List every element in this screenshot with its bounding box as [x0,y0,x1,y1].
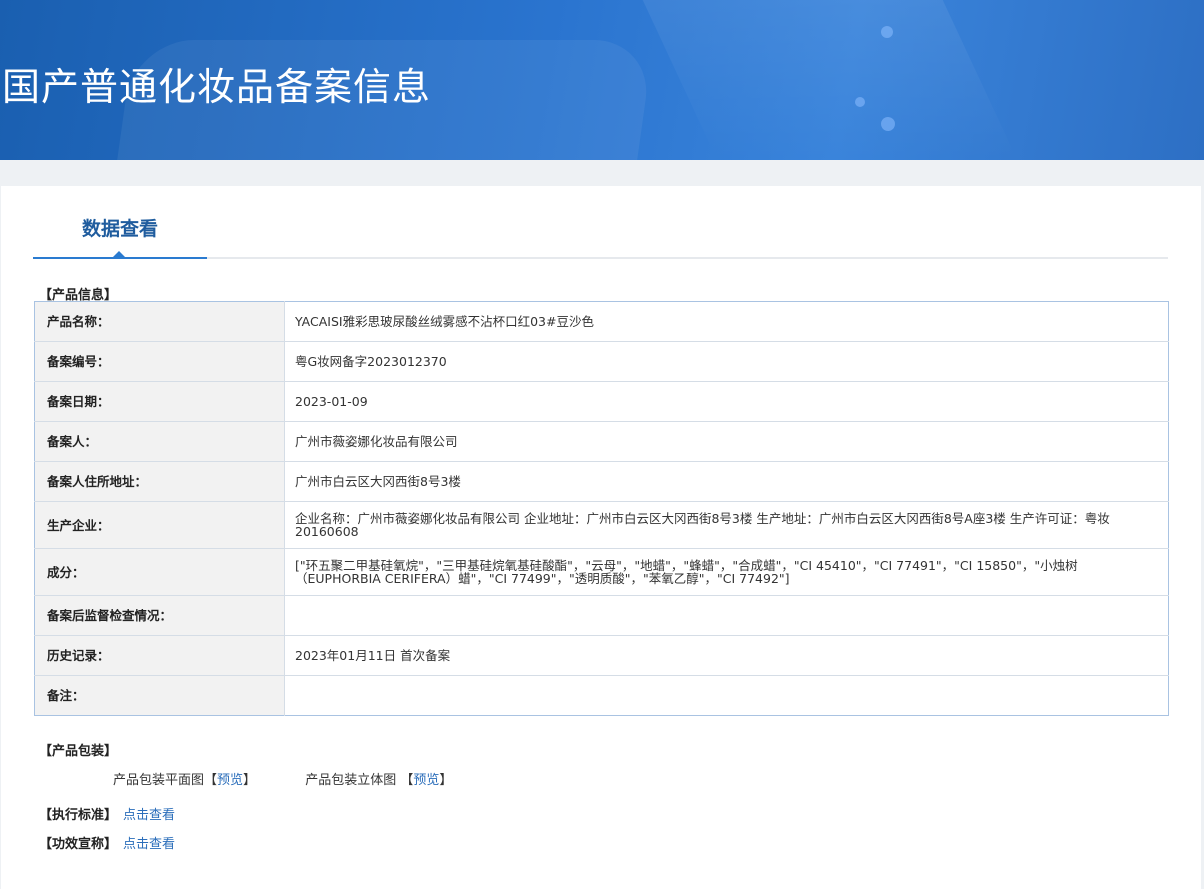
table-row: 产品名称： YACAISI雅彩思玻尿酸丝绒雾感不沾杯口红03#豆沙色 [34,301,1169,342]
standard-view-link[interactable]: 点击查看 [123,808,175,823]
banner-dot [855,97,865,107]
banner-dot [881,26,893,38]
banner-dot [881,117,895,131]
row-value: 粤G妆网备字2023012370 [284,341,1169,382]
row-label: 备案日期： [34,381,285,422]
packaging-flat-label: 产品包装平面图 [113,773,205,788]
table-row: 备案人住所地址： 广州市白云区大冈西街8号3楼 [34,461,1169,502]
row-label: 历史记录： [34,635,285,676]
preview-flat-link[interactable]: 预览 [217,773,243,788]
table-row: 备案后监督检查情况： [34,595,1169,636]
row-label: 备案人住所地址： [34,461,285,502]
row-value: 企业名称：广州市薇姿娜化妆品有限公司 企业地址：广州市白云区大冈西街8号3楼 生… [284,501,1169,549]
row-label: 备注： [34,675,285,716]
row-value: 广州市白云区大冈西街8号3楼 [284,461,1169,502]
content-panel: 数据查看 【产品信息】 产品名称： YACAISI雅彩思玻尿酸丝绒雾感不沾杯口红… [1,186,1201,889]
header-banner: 国产普通化妆品备案信息 [0,0,1204,160]
product-info-table: 产品名称： YACAISI雅彩思玻尿酸丝绒雾感不沾杯口红03#豆沙色 备案编号：… [34,301,1169,716]
table-row: 历史记录： 2023年01月11日 首次备案 [34,635,1169,676]
table-row: 备案人： 广州市薇姿娜化妆品有限公司 [34,421,1169,462]
bracket: 】 [439,773,453,788]
bracket: 【 [396,773,414,788]
row-value: 广州市薇姿娜化妆品有限公司 [284,421,1169,462]
row-value: YACAISI雅彩思玻尿酸丝绒雾感不沾杯口红03#豆沙色 [284,301,1169,342]
table-row: 备注： [34,675,1169,716]
row-value: 2023-01-09 [284,381,1169,422]
tab-data-view[interactable]: 数据查看 [33,186,207,259]
efficacy-label: 【功效宣称】 [39,837,118,852]
row-label: 备案后监督检查情况： [34,595,285,636]
preview-stereo-link[interactable]: 预览 [413,773,439,788]
efficacy-row: 【功效宣称】 点击查看 [39,833,175,852]
tab-label: 数据查看 [81,218,158,240]
section-title-packaging: 【产品包装】 [39,744,118,759]
row-label: 成分： [34,548,285,596]
banner-decoration [642,0,1018,160]
table-row: 生产企业： 企业名称：广州市薇姿娜化妆品有限公司 企业地址：广州市白云区大冈西街… [34,501,1169,549]
packaging-stereo-item: 产品包装立体图 【预览】 [305,769,452,788]
tab-active-caret-icon [113,251,125,257]
row-value: ["环五聚二甲基硅氧烷"，"三甲基硅烷氧基硅酸酯"，"云母"，"地蜡"，"蜂蜡"… [284,548,1169,596]
bracket: 【 [204,773,218,788]
packaging-row: 产品包装平面图【预览】 产品包装立体图 【预览】 [113,769,497,788]
packaging-stereo-label: 产品包装立体图 [305,773,397,788]
row-value [284,595,1169,636]
row-label: 生产企业： [34,501,285,549]
standard-label: 【执行标准】 [39,808,118,823]
table-row: 成分： ["环五聚二甲基硅氧烷"，"三甲基硅烷氧基硅酸酯"，"云母"，"地蜡"，… [34,548,1169,596]
table-row: 备案日期： 2023-01-09 [34,381,1169,422]
row-label: 备案人： [34,421,285,462]
page-title: 国产普通化妆品备案信息 [2,65,432,109]
standard-row: 【执行标准】 点击查看 [39,804,175,823]
row-label: 备案编号： [34,341,285,382]
table-row: 备案编号： 粤G妆网备字2023012370 [34,341,1169,382]
packaging-flat-item: 产品包装平面图【预览】 [113,769,256,788]
efficacy-view-link[interactable]: 点击查看 [123,837,175,852]
row-label: 产品名称： [34,301,285,342]
row-value [285,676,1169,716]
bracket: 】 [243,773,257,788]
row-value: 2023年01月11日 首次备案 [284,635,1169,676]
tab-bar: 数据查看 [33,186,1168,259]
